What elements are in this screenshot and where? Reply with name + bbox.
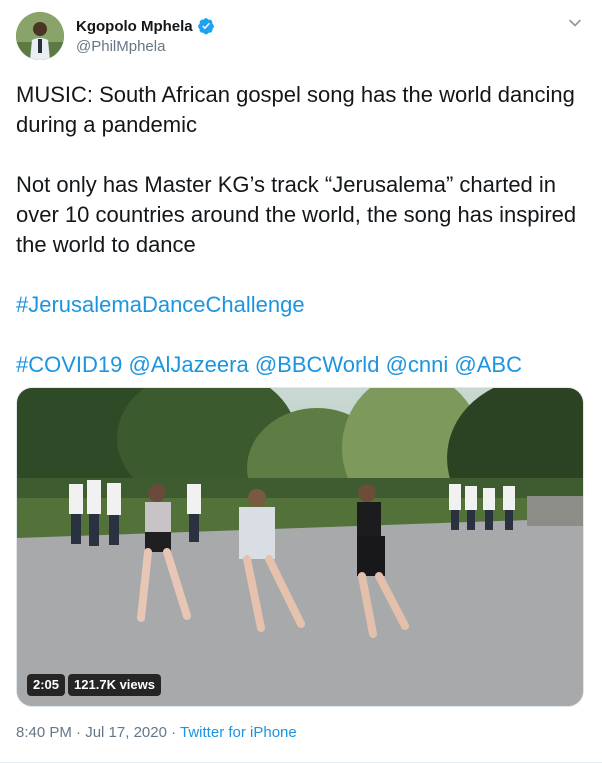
- author-block: Kgopolo Mphela @PhilMphela: [76, 16, 215, 55]
- hashtag-link[interactable]: #JerusalemaDanceChallenge: [16, 292, 305, 317]
- mention-link[interactable]: @cnni: [386, 352, 449, 377]
- video-views: 121.7K views: [68, 674, 161, 696]
- tweet-time[interactable]: 8:40 PM: [16, 724, 72, 741]
- avatar[interactable]: [16, 12, 64, 60]
- tweet-source-link[interactable]: Twitter for iPhone: [180, 724, 297, 741]
- tweet-paragraph: Not only has Master KG’s track “Jerusale…: [16, 172, 577, 257]
- mention-link[interactable]: @BBCWorld: [255, 352, 380, 377]
- author-name[interactable]: Kgopolo Mphela: [76, 18, 193, 35]
- tweet-paragraph: MUSIC: South African gospel song has the…: [16, 82, 575, 137]
- mention-link[interactable]: @AlJazeera: [129, 352, 249, 377]
- author-handle[interactable]: @PhilMphela: [76, 38, 215, 55]
- tweet-date[interactable]: Jul 17, 2020: [85, 724, 167, 741]
- tweet-card: Kgopolo Mphela @PhilMphela MUSIC: South …: [0, 0, 602, 763]
- tweet-meta: 8:40 PM · Jul 17, 2020 · Twitter for iPh…: [16, 724, 297, 741]
- meta-separator: ·: [71, 724, 86, 741]
- tweet-paragraph: #COVID19 @AlJazeera @BBCWorld @cnni @ABC: [16, 350, 586, 380]
- video-stats: 2:05 121.7K views: [27, 674, 161, 696]
- tweet-paragraph: #JerusalemaDanceChallenge: [16, 290, 586, 320]
- meta-separator: ·: [166, 724, 181, 741]
- verified-badge-icon: [197, 17, 215, 35]
- video-player[interactable]: 2:05 121.7K views: [16, 387, 584, 707]
- hashtag-link[interactable]: #COVID19: [16, 352, 122, 377]
- mention-link[interactable]: @ABC: [454, 352, 522, 377]
- chevron-down-icon[interactable]: [564, 12, 586, 34]
- tweet-header: Kgopolo Mphela @PhilMphela: [16, 12, 586, 64]
- tweet-text: MUSIC: South African gospel song has the…: [16, 80, 586, 380]
- video-duration: 2:05: [27, 674, 66, 696]
- video-thumbnail: [17, 388, 583, 706]
